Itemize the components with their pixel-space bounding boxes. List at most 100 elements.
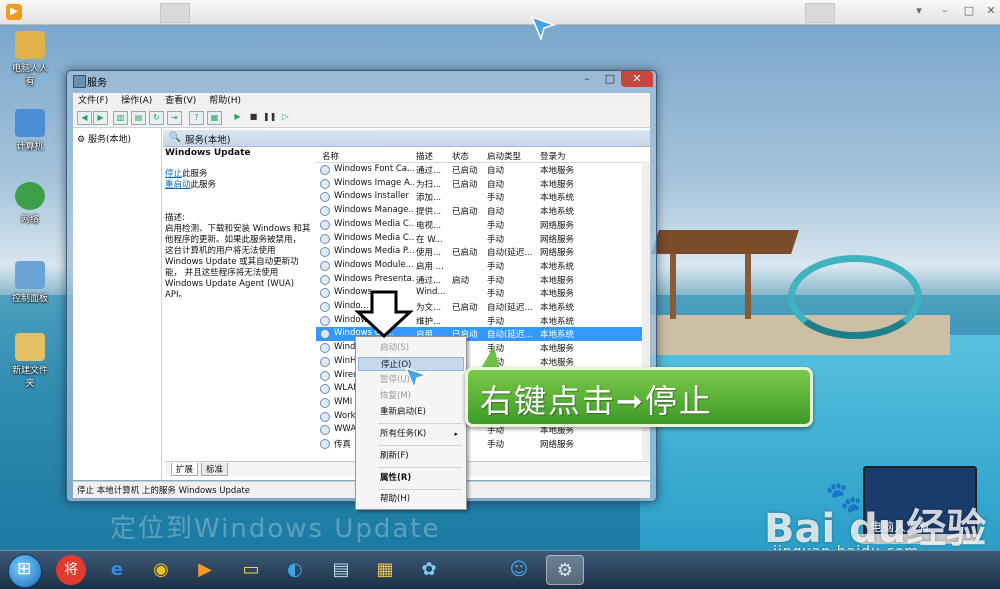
column-header-status[interactable]: 状态 [452,150,469,162]
taskbar-chrome-icon[interactable]: ◉ [146,555,176,585]
table-cell: Windows Media P... [334,246,414,257]
taskbar-services-icon[interactable]: ⚙ [546,555,584,585]
table-cell: Wind... [416,287,446,298]
menu-item-start[interactable]: 启动(S) [358,341,464,355]
control-panel-icon [15,261,45,289]
menu-view[interactable]: 查看(V) [160,93,201,109]
magnifier-icon: 🔍 [169,132,181,143]
start-button[interactable] [8,554,42,588]
console-icon[interactable]: ▦ [207,111,222,125]
show-tree-icon[interactable]: ▥ [113,111,128,125]
stop-service-icon[interactable]: ■ [247,111,260,123]
service-gear-icon [320,165,330,175]
maximize-button[interactable]: □ [599,71,621,87]
minimize-button[interactable]: – [575,71,599,87]
table-row[interactable]: Windows Media C... 在 W... 手动 网络服务 [316,232,650,246]
table-row[interactable]: Windows Installer 添加... 手动 本地系统 [316,190,650,204]
table-row[interactable]: Windows Media C... 电视... 手动 网络服务 [316,218,650,232]
desktop-icon-network[interactable]: 网络 [8,182,52,225]
table-cell: 网络服务 [540,248,575,259]
tab-extended[interactable]: 扩展 [171,463,199,476]
restart-service-link[interactable]: 重启动 [165,180,191,190]
help-icon[interactable]: ? [189,111,204,125]
column-header-name[interactable]: 名称 [322,150,339,162]
table-cell: 已启动 [452,303,478,313]
context-menu: 启动(S) 停止(O) 暂停(U) 恢复(M) 重新启动(E) 所有任务(K) ▸… [355,336,467,510]
menu-item-resume[interactable]: 恢复(M) [358,389,464,403]
taskbar-explorer-icon[interactable]: ▦ [370,555,400,585]
table-row[interactable]: Windows Image A... 为扫... 已启动 自动 本地服务 [316,177,650,191]
menu-file[interactable]: 文件(F) [73,93,113,109]
table-cell: 本地系统 [540,316,575,327]
table-cell: 手动 [487,193,505,204]
close-button[interactable]: ✕ [621,71,653,87]
column-header-description[interactable]: 描述 [416,150,433,162]
list-header: 名称 描述 状态 启动类型 登录为 [316,148,650,163]
table-cell: 电视... [416,220,442,231]
table-cell: Windows Presenta... [334,273,414,284]
taskbar-browser-icon[interactable]: ◐ [280,555,310,585]
taskbar-pinwheel-icon[interactable]: ✿ [414,555,444,585]
pause-service-icon[interactable]: ❚❚ [263,111,276,123]
menu-separator [378,489,462,490]
table-row[interactable]: Windows Font Ca... 通过... 已启动 自动 本地服务 [316,163,650,177]
folder-icon [15,333,45,361]
table-cell: 网络服务 [540,234,575,245]
taskbar-ie-icon[interactable]: e [102,555,132,585]
refresh-icon[interactable]: ↻ [149,111,164,125]
table-cell: Windows Font Ca... [334,164,414,174]
table-cell: 自动(延迟... [487,330,533,341]
taskbar-media-player-icon[interactable]: ▶ [190,555,220,585]
services-app-icon [73,75,86,88]
column-header-log-on-as[interactable]: 登录为 [540,150,566,162]
column-header-startup-type[interactable]: 启动类型 [487,150,521,162]
table-row[interactable]: Windows Media P... 使用... 已启动 自动(延迟... 网络服务 [316,245,650,259]
status-text: 停止 本地计算机 上的服务 Windows Update [77,486,251,496]
wallpaper-post [745,254,751,319]
menu-item-properties[interactable]: 属性(R) [358,471,464,485]
desktop-icon-new-folder[interactable]: 新建文件夹 [8,333,52,389]
player-maximize-button[interactable]: □ [960,3,978,19]
tree-item-services-local[interactable]: ⚙ 服务(本地) [77,132,131,145]
menu-bar: 文件(F) 操作(A) 查看(V) 帮助(H) [73,93,650,109]
forward-arrow-icon[interactable]: ▶ [93,111,108,125]
menu-item-restart[interactable]: 重新启动(E) [358,405,464,419]
player-menu-icon[interactable]: ▾ [910,3,928,19]
tab-standard[interactable]: 标准 [201,463,229,476]
player-close-button[interactable]: ✕ [982,3,1000,19]
export-icon[interactable]: ⇥ [167,111,182,125]
player-tab-thumbnail[interactable] [160,3,190,23]
taskbar-app-jiang-icon[interactable]: 将 [56,555,86,585]
description-line: Windows Update 或其自动更新功 [165,257,299,267]
menu-item-refresh[interactable]: 刷新(F) [358,449,464,463]
taskbar: 将 e ◉ ▶ ▭ ◐ ▤ ▦ ✿ ☺ ⚙ [0,550,1000,589]
menu-item-help[interactable]: 帮助(H) [358,492,464,506]
menu-separator [378,445,462,446]
table-row[interactable]: Windows Presenta... 通过... 启动 手动 本地服务 [316,273,650,287]
service-gear-icon [320,206,330,217]
table-cell: 使用... [416,248,442,259]
menu-action[interactable]: 操作(A) [116,93,157,109]
service-gear-icon [320,192,330,203]
desktop-icon-folder-user[interactable]: 电脑人人有 [8,31,52,87]
taskbar-remote-desktop-icon[interactable]: ▤ [326,555,356,585]
desktop-icon-computer[interactable]: 计算机 [8,109,52,152]
menu-help[interactable]: 帮助(H) [204,93,246,109]
table-row[interactable]: Windows Module... 启用 ... 手动 本地系统 [316,259,650,273]
start-service-icon[interactable]: ▶ [231,111,244,123]
mouse-cursor-icon [404,366,428,390]
taskbar-sticky-notes-icon[interactable]: ▭ [236,555,266,585]
service-gear-icon [320,302,330,312]
panel-header: 🔍 服务(本地) [163,130,650,147]
player-tab-thumbnail[interactable] [805,3,835,23]
taskbar-messenger-icon[interactable]: ☺ [504,555,534,585]
restart-service-icon[interactable]: ▷ [279,111,292,123]
properties-icon[interactable]: ▤ [131,111,146,125]
table-row[interactable]: Windows Manage... 提供... 已启动 自动 本地系统 [316,204,650,218]
menu-item-all-tasks[interactable]: 所有任务(K) ▸ [358,427,464,441]
player-minimize-button[interactable]: – [936,3,954,19]
back-arrow-icon[interactable]: ◀ [77,111,92,125]
stop-service-link[interactable]: 停止 [165,169,182,179]
desktop-icon-control-panel[interactable]: 控制面板 [8,261,52,304]
table-cell: 本地服务 [540,166,575,176]
